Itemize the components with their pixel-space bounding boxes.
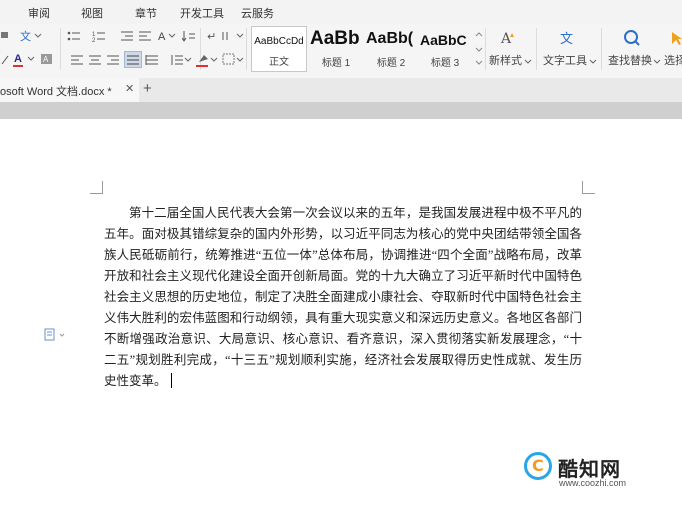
chevron-down-icon[interactable] [27, 55, 35, 67]
char-shading-icon[interactable]: A [40, 53, 54, 65]
separator [60, 28, 61, 70]
line-spacing-icon[interactable] [170, 54, 184, 66]
chevron-down-icon[interactable] [524, 58, 532, 70]
format-painter-icon[interactable] [0, 30, 10, 42]
align-center-icon[interactable] [88, 54, 102, 66]
document-area-top [0, 102, 682, 119]
svg-text:文: 文 [560, 32, 573, 46]
sort-icon[interactable]: A [158, 30, 165, 44]
justify-icon [127, 55, 139, 65]
numbered-list-icon[interactable]: 12 [92, 30, 106, 42]
menu-bar: 审阅 视图 章节 开发工具 云服务 [0, 0, 682, 24]
tab-cloud[interactable]: 云服务 [241, 5, 274, 21]
watermark-url: www.coozhi.com [559, 478, 627, 488]
margin-mark-top-left [90, 181, 103, 194]
close-icon[interactable]: ✕ [125, 82, 134, 95]
style-sample: AaBbC [420, 32, 467, 48]
distributed-icon[interactable] [145, 54, 159, 66]
separator [246, 28, 247, 70]
document-tab-title: osoft Word 文档.docx * [0, 86, 112, 98]
paragraph-mark-icon[interactable]: ↵ [206, 30, 220, 42]
font-color-icon[interactable]: A [14, 52, 22, 66]
chevron-down-icon[interactable] [210, 56, 218, 68]
chevron-down-icon[interactable] [653, 58, 661, 70]
clear-format-icon[interactable] [221, 30, 235, 42]
svg-text:2: 2 [92, 38, 96, 42]
chevron-down-icon[interactable] [236, 56, 244, 68]
text-tools-button[interactable]: 文字工具 [543, 54, 587, 68]
new-tab-button[interactable]: + [143, 80, 152, 97]
separator [536, 28, 537, 70]
chevron-down-icon[interactable] [168, 32, 176, 44]
document-tab-bar: osoft Word 文档.docx * ✕ + [0, 78, 682, 102]
select-button[interactable]: 选择 [664, 54, 682, 68]
align-right-icon[interactable] [106, 54, 120, 66]
chevron-down-icon[interactable] [34, 32, 42, 44]
style-label: 标题 1 [321, 58, 351, 69]
justify-button[interactable] [124, 51, 142, 68]
separator [601, 28, 602, 70]
new-style-button[interactable]: 新样式 [489, 54, 522, 68]
tab-review[interactable]: 审阅 [28, 5, 50, 21]
shading-color-swatch [196, 65, 208, 67]
document-paragraph[interactable]: 第十二届全国人民代表大会第一次会议以来的五年，是我国发展进程中极不平凡的五年。面… [104, 203, 582, 392]
chevron-down-icon[interactable] [236, 32, 244, 44]
phonetic-icon[interactable]: 文 [20, 30, 34, 42]
style-sample: AaBb( [366, 30, 414, 47]
style-heading-2[interactable]: AaBb( 标题 2 [364, 26, 418, 72]
sort-text-icon[interactable] [182, 30, 196, 42]
tab-developer[interactable]: 开发工具 [180, 5, 224, 21]
svg-text:A: A [43, 55, 49, 64]
find-replace-button[interactable]: 查找替换 [608, 54, 652, 68]
style-sample: AaBb [310, 28, 360, 49]
style-label: 标题 3 [430, 58, 460, 69]
paragraph-layout-icon[interactable] [44, 328, 68, 342]
bullet-list-icon[interactable] [67, 30, 81, 42]
font-color-swatch [13, 65, 23, 67]
watermark-logo-glyph: C [532, 456, 544, 475]
style-heading-3[interactable]: AaBbC 标题 3 [418, 26, 472, 72]
select-icon[interactable] [670, 30, 682, 46]
separator [485, 28, 486, 70]
style-sample: AaBbCcDd [254, 36, 304, 47]
chevron-down-icon[interactable] [589, 58, 597, 70]
tab-view[interactable]: 视图 [81, 5, 103, 21]
highlight-icon[interactable] [0, 54, 10, 66]
document-tab[interactable]: osoft Word 文档.docx * ✕ [0, 78, 139, 102]
svg-text:↵: ↵ [207, 31, 216, 42]
style-heading-1[interactable]: AaBb 标题 1 [308, 26, 364, 72]
text-tools-icon[interactable]: 文 [559, 30, 577, 46]
ribbon-toolbar: 文 12 A ↵ A A AaBbCcDd 正文 AaBb 标题 1 AaBb(… [0, 24, 682, 79]
text-caret [170, 373, 172, 388]
svg-text:文: 文 [20, 30, 31, 42]
margin-mark-top-right [582, 181, 595, 194]
decrease-indent-icon[interactable] [120, 30, 134, 42]
tab-chapter[interactable]: 章节 [135, 5, 157, 21]
style-label: 标题 2 [376, 58, 406, 69]
search-icon[interactable] [623, 29, 641, 47]
new-style-icon[interactable]: A [500, 30, 518, 46]
borders-icon[interactable] [222, 53, 236, 65]
svg-text:A: A [500, 31, 512, 46]
style-label: 正文 [269, 57, 289, 68]
chevron-down-icon[interactable] [184, 56, 192, 68]
document-paragraph-text: 第十二届全国人民代表大会第一次会议以来的五年，是我国发展进程中极不平凡的五年。面… [104, 206, 582, 388]
watermark-logo-icon: C [524, 452, 552, 480]
style-normal[interactable]: AaBbCcDd 正文 [251, 26, 307, 72]
align-left-icon[interactable] [70, 54, 84, 66]
shading-icon[interactable] [196, 53, 210, 65]
increase-indent-icon[interactable] [138, 30, 152, 42]
style-gallery-scroll[interactable] [475, 28, 483, 70]
